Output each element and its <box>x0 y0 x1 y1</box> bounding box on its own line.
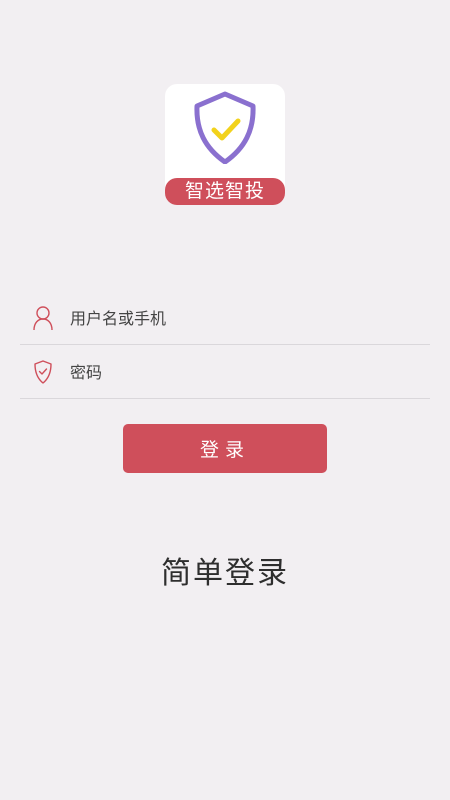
shield-check-icon <box>34 360 52 384</box>
simple-login-link[interactable]: 简单登录 <box>0 548 450 592</box>
password-field <box>20 346 430 399</box>
login-button[interactable]: 登录 <box>123 424 327 473</box>
password-input[interactable] <box>70 346 410 398</box>
app-logo: 智选智投 <box>165 84 285 205</box>
logo-banner-text: 智选智投 <box>165 178 285 205</box>
user-icon <box>33 306 53 331</box>
username-input[interactable] <box>70 292 410 344</box>
username-field <box>20 292 430 345</box>
shield-check-icon <box>194 91 256 164</box>
